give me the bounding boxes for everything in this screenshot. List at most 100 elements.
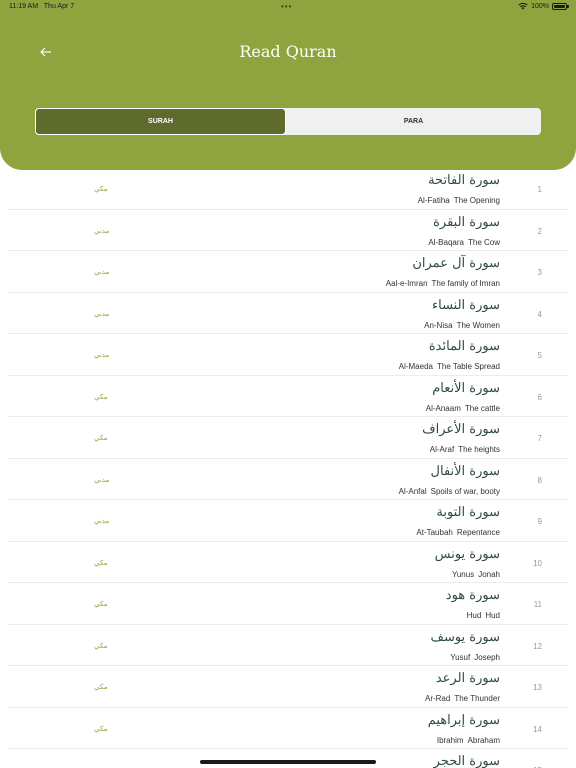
surah-english-name: Ar-Rad The Thunder xyxy=(425,694,500,703)
surah-revelation-type: مكي xyxy=(94,642,108,650)
surah-number: 7 xyxy=(537,434,542,443)
surah-translation: The family of Imran xyxy=(431,279,500,288)
surah-english-name: Al-Baqara The Cow xyxy=(428,238,500,247)
surah-arabic-name: سورة الفاتحة xyxy=(428,173,500,188)
multitasking-dots-icon[interactable]: ••• xyxy=(281,2,292,11)
surah-row[interactable]: مدني سورة النساء An-Nisa The Women 4 xyxy=(8,293,568,334)
surah-english-name: An-Nisa The Women xyxy=(424,321,500,330)
surah-transliteration: Ibrahim xyxy=(436,735,464,745)
surah-row[interactable]: مكي سورة إبراهيم Ibrahim Abraham 14 xyxy=(8,708,568,749)
surah-row[interactable]: مكي سورة هود Hud Hud 11 xyxy=(8,583,568,625)
surah-revelation-type: مكي xyxy=(94,559,108,567)
surah-english-name: At-Taubah Repentance xyxy=(416,528,500,537)
surah-row[interactable]: مدني سورة المائدة Al-Maeda The Table Spread… xyxy=(8,334,568,376)
tab-surah[interactable]: SURAH xyxy=(35,108,286,135)
surah-revelation-type: مدني xyxy=(94,227,110,235)
surah-transliteration: Al-Baqara xyxy=(428,237,464,247)
surah-revelation-type: مدني xyxy=(94,310,110,318)
surah-arabic-name: سورة آل عمران xyxy=(412,256,500,271)
surah-row[interactable]: مدني سورة آل عمران Aal-e-Imran The family o… xyxy=(8,251,568,293)
surah-revelation-type: مدني xyxy=(94,476,110,484)
surah-row[interactable]: مدني سورة الأنفال Al-Anfal Spoils of war, b… xyxy=(8,459,568,500)
surah-arabic-name: سورة المائدة xyxy=(428,339,500,354)
surah-revelation-type: مدني xyxy=(94,269,110,276)
surah-english-name: Al-Maeda The Table Spread xyxy=(399,362,500,371)
surah-transliteration: Aal-e-Imran xyxy=(385,279,428,288)
surah-list: مكي سورة الفاتحة Al-Fatiha The Opening 1 مدني… xyxy=(0,168,576,768)
status-right: 100% xyxy=(518,2,569,10)
surah-translation: Repentance xyxy=(456,528,500,537)
surah-transliteration: Al-Araf xyxy=(429,445,455,454)
status-time: 11:19 AM Thu Apr 7 xyxy=(9,3,74,10)
surah-number: 9 xyxy=(537,517,542,526)
battery-level xyxy=(554,4,565,8)
surah-arabic-name: سورة الرعد xyxy=(435,671,500,686)
surah-transliteration: Hud xyxy=(466,611,482,620)
surah-row[interactable]: مدني سورة البقرة Al-Baqara The Cow 2 xyxy=(8,210,568,251)
surah-translation: Hud xyxy=(485,611,500,620)
status-bar: 11:19 AM Thu Apr 7 ••• 100% xyxy=(0,0,576,14)
surah-arabic-name: سورة الأنفال xyxy=(430,463,500,479)
surah-english-name: Yusuf Joseph xyxy=(450,653,500,662)
surah-number: 14 xyxy=(533,724,542,734)
wifi-icon xyxy=(518,2,528,10)
home-indicator[interactable] xyxy=(200,760,376,764)
status-clock: 11:19 AM xyxy=(9,3,39,10)
page-title: Read Quran xyxy=(239,42,337,61)
surah-transliteration: Al-Anfal xyxy=(398,486,427,496)
surah-translation: Abraham xyxy=(467,735,500,745)
surah-transliteration: Al-Maeda xyxy=(398,362,433,371)
surah-english-name: Al-Araf The heights xyxy=(430,445,500,454)
surah-translation: The Women xyxy=(456,320,500,330)
surah-arabic-name: سورة النساء xyxy=(432,297,500,313)
header: 11:19 AM Thu Apr 7 ••• 100% Read Quran S… xyxy=(0,0,576,170)
surah-translation: The Cow xyxy=(467,237,500,247)
surah-number: 13 xyxy=(533,683,542,692)
surah-row[interactable]: مكي سورة الفاتحة Al-Fatiha The Opening 1 xyxy=(8,168,568,210)
surah-revelation-type: مدني xyxy=(94,518,110,525)
surah-revelation-type: مكي xyxy=(94,186,108,193)
surah-row[interactable]: مدني سورة التوبة At-Taubah Repentance 9 xyxy=(8,500,568,542)
surah-arabic-name: سورة يونس xyxy=(434,546,500,562)
surah-number: 1 xyxy=(537,185,542,194)
surah-english-name: Aal-e-Imran The family of Imran xyxy=(386,279,500,288)
battery-percent: 100% xyxy=(531,2,549,10)
surah-row[interactable]: مكي سورة الأنعام Al-Anaam The cattle 6 xyxy=(8,376,568,417)
surah-arabic-name: سورة يوسف xyxy=(430,629,500,645)
surah-translation: The cattle xyxy=(464,403,500,413)
surah-number: 3 xyxy=(537,268,542,277)
status-date: Thu Apr 7 xyxy=(43,3,75,10)
surah-arabic-name: سورة التوبة xyxy=(436,505,500,520)
surah-arabic-name: سورة الحجر xyxy=(433,754,500,768)
surah-number: 11 xyxy=(533,600,542,609)
tab-para[interactable]: PARA xyxy=(286,108,541,135)
surah-revelation-type: مكي xyxy=(94,725,108,733)
surah-english-name: Hud Hud xyxy=(467,611,500,620)
surah-number: 2 xyxy=(537,226,542,236)
surah-row[interactable]: سورة الحجر15 xyxy=(8,749,568,768)
surah-english-name: Al-Anfal Spoils of war, booty xyxy=(399,487,500,496)
surah-translation: The heights xyxy=(458,445,500,454)
surah-transliteration: An-Nisa xyxy=(424,320,453,330)
surah-row[interactable]: مكي سورة الأعراف Al-Araf The heights 7 xyxy=(8,417,568,459)
surah-english-name: Yunus Jonah xyxy=(452,570,500,579)
surah-number: 6 xyxy=(537,392,542,402)
battery-icon xyxy=(552,2,569,10)
surah-transliteration: At-Taubah xyxy=(416,528,453,537)
surah-revelation-type: مكي xyxy=(94,684,108,691)
surah-arabic-name: سورة هود xyxy=(445,588,500,603)
surah-number: 8 xyxy=(537,475,542,485)
surah-number: 5 xyxy=(537,351,542,360)
surah-row[interactable]: مكي سورة يونس Yunus Jonah 10 xyxy=(8,542,568,583)
surah-number: 4 xyxy=(537,309,542,319)
surah-arabic-name: سورة الأعراف xyxy=(422,422,500,437)
surah-arabic-name: سورة إبراهيم xyxy=(427,712,500,728)
surah-number: 10 xyxy=(533,558,542,568)
surah-row[interactable]: مكي سورة الرعد Ar-Rad The Thunder 13 xyxy=(8,666,568,708)
surah-row[interactable]: مكي سورة يوسف Yusuf Joseph 12 xyxy=(8,625,568,666)
surah-translation: The Opening xyxy=(453,196,500,205)
surah-number: 12 xyxy=(533,641,542,651)
surah-transliteration: Yusuf xyxy=(450,652,471,662)
surah-revelation-type: مكي xyxy=(94,393,108,401)
surah-translation: Joseph xyxy=(474,652,500,662)
